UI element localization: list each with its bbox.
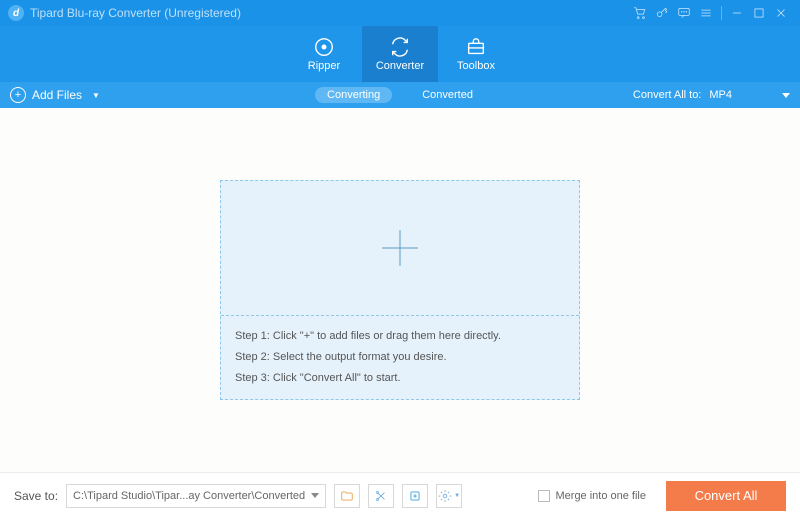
top-nav: Ripper Converter Toolbox [0, 26, 800, 82]
add-file-dropzone[interactable] [221, 181, 579, 316]
tab-converter-label: Converter [376, 60, 424, 72]
menu-icon[interactable] [695, 2, 717, 24]
workspace: Step 1: Click "+" to add files or drag t… [0, 108, 800, 472]
open-folder-button[interactable] [334, 484, 360, 508]
cut-icon [374, 489, 388, 503]
step1-text: Step 1: Click "+" to add files or drag t… [235, 326, 565, 347]
ripper-icon [313, 36, 335, 58]
toolbox-icon [465, 36, 487, 58]
dropzone: Step 1: Click "+" to add files or drag t… [220, 180, 580, 400]
save-path-value: C:\Tipard Studio\Tipar...ay Converter\Co… [73, 490, 305, 502]
compress-icon [408, 489, 422, 503]
checkbox-icon [538, 490, 550, 502]
step3-text: Step 3: Click "Convert All" to start. [235, 368, 565, 389]
titlebar: d Tipard Blu-ray Converter (Unregistered… [0, 0, 800, 26]
plus-icon [376, 224, 424, 272]
sub-bar: + Add Files ▼ Converting Converted Conve… [0, 82, 800, 108]
tab-toolbox[interactable]: Toolbox [438, 26, 514, 82]
plus-circle-icon: + [10, 87, 26, 103]
settings-button[interactable]: ▼ [436, 484, 462, 508]
step2-text: Step 2: Select the output format you des… [235, 347, 565, 368]
folder-icon [340, 489, 354, 503]
window-title: Tipard Blu-ray Converter (Unregistered) [30, 6, 241, 20]
tab-ripper[interactable]: Ripper [286, 26, 362, 82]
convert-all-label: Convert All [695, 488, 758, 503]
cut-button[interactable] [368, 484, 394, 508]
save-path-select[interactable]: C:\Tipard Studio\Tipar...ay Converter\Co… [66, 484, 326, 508]
status-tabs: Converting Converted [315, 87, 485, 103]
chevron-down-icon: ▼ [454, 493, 460, 499]
convert-all-button[interactable]: Convert All [666, 481, 786, 511]
format-value: MP4 [709, 89, 732, 101]
tab-toolbox-label: Toolbox [457, 60, 495, 72]
add-files-label: Add Files [32, 88, 82, 102]
compress-button[interactable] [402, 484, 428, 508]
convert-all-to-label: Convert All to: [633, 89, 701, 101]
tab-converting[interactable]: Converting [315, 87, 392, 103]
close-button[interactable] [770, 2, 792, 24]
output-format-select[interactable]: MP4 [709, 89, 790, 101]
minimize-button[interactable] [726, 2, 748, 24]
converter-icon [389, 36, 411, 58]
tab-ripper-label: Ripper [308, 60, 340, 72]
add-files-button[interactable]: + Add Files ▼ [10, 87, 100, 103]
chevron-down-icon [311, 493, 319, 498]
tab-converted[interactable]: Converted [410, 87, 485, 103]
instructions: Step 1: Click "+" to add files or drag t… [221, 316, 579, 399]
save-to-label: Save to: [14, 489, 58, 503]
merge-label: Merge into one file [556, 490, 647, 502]
key-icon[interactable] [651, 2, 673, 24]
cart-icon[interactable] [629, 2, 651, 24]
maximize-button[interactable] [748, 2, 770, 24]
divider [721, 6, 722, 20]
feedback-icon[interactable] [673, 2, 695, 24]
chevron-down-icon [782, 93, 790, 98]
tab-converter[interactable]: Converter [362, 26, 438, 82]
gear-icon [438, 489, 452, 503]
chevron-down-icon: ▼ [92, 91, 100, 100]
app-logo-icon: d [8, 5, 24, 21]
bottom-bar: Save to: C:\Tipard Studio\Tipar...ay Con… [0, 472, 800, 518]
merge-checkbox[interactable]: Merge into one file [538, 490, 647, 502]
